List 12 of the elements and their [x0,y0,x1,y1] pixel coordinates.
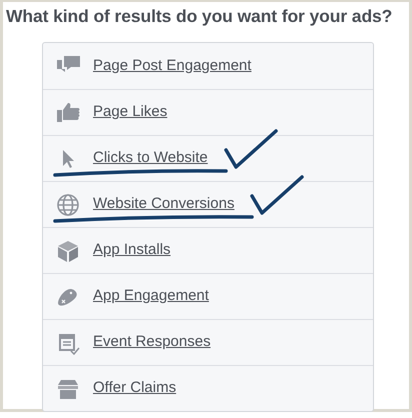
option-link[interactable]: Page Post Engagement [93,54,252,78]
option-link[interactable]: App Installs [93,239,171,262]
option-link[interactable]: Event Responses [93,331,211,354]
thumbs-up-icon [55,100,81,124]
cube-icon [55,238,81,262]
option-link[interactable]: App Engagement [93,285,209,308]
option-link[interactable]: Page Likes [93,101,168,124]
globe-icon [55,192,81,216]
option-link[interactable]: Offer Claims [93,377,176,400]
option-link[interactable]: Website Conversions [93,193,234,216]
option-link[interactable]: Clicks to Website [93,147,208,170]
question-heading: What kind of results do you want for your ads? [5,5,394,27]
